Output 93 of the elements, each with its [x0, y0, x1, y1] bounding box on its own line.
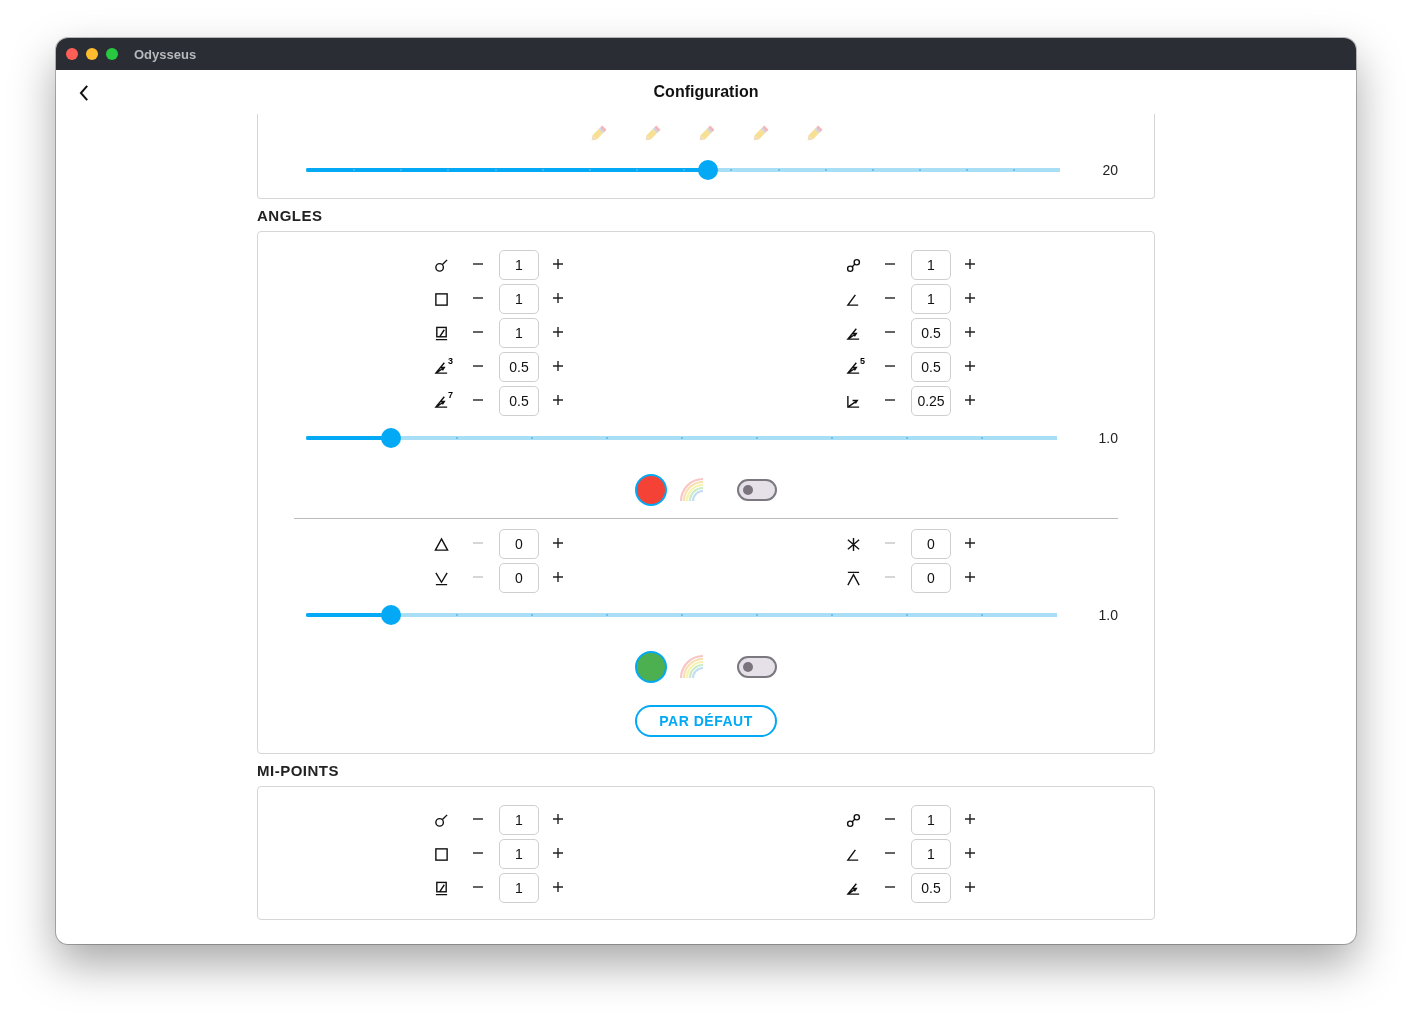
plus-button[interactable]	[964, 292, 978, 306]
superscript-number: 5	[860, 355, 865, 366]
number-field[interactable]: 0.5	[911, 873, 951, 903]
plus-button[interactable]	[552, 394, 566, 408]
overlined-wedge-icon	[846, 570, 861, 586]
underlined-v-icon	[434, 570, 449, 586]
conjunction-icon	[434, 257, 449, 273]
plus-button[interactable]	[552, 847, 566, 861]
plus-icon	[964, 537, 976, 549]
number-field[interactable]: 1	[499, 805, 539, 835]
plus-icon	[964, 394, 976, 406]
number-field[interactable]: 1	[499, 873, 539, 903]
color-swatch[interactable]	[635, 474, 667, 506]
plus-icon	[552, 326, 564, 338]
plus-button[interactable]	[964, 881, 978, 895]
plus-button[interactable]	[964, 813, 978, 827]
plus-button[interactable]	[552, 360, 566, 374]
plus-button[interactable]	[552, 813, 566, 827]
superscript-number: 7	[448, 389, 453, 400]
zoom-button[interactable]	[106, 48, 118, 60]
number-field[interactable]: 1	[911, 250, 951, 280]
plus-button[interactable]	[552, 292, 566, 306]
slider-thumb[interactable]	[380, 428, 401, 448]
number-field[interactable]: 0.5	[911, 352, 951, 382]
number-field[interactable]: 0	[499, 529, 539, 559]
number-field[interactable]: 1	[499, 318, 539, 348]
slider-value: 1.0	[1098, 607, 1118, 623]
number-field[interactable]: 0	[499, 563, 539, 593]
square-angle-icon	[434, 325, 449, 341]
toggle-switch[interactable]	[737, 479, 777, 501]
plus-button[interactable]	[552, 881, 566, 895]
plus-button[interactable]	[552, 326, 566, 340]
plus-icon	[964, 881, 976, 893]
asterisk-icon	[846, 536, 861, 552]
square-icon	[434, 291, 449, 307]
plus-icon	[552, 292, 564, 304]
color-swatch[interactable]	[635, 651, 667, 683]
plus-icon	[552, 537, 564, 549]
plus-icon	[964, 326, 976, 338]
number-field[interactable]: 1	[499, 250, 539, 280]
close-button[interactable]	[66, 48, 78, 60]
plus-icon	[964, 292, 976, 304]
plus-icon	[552, 881, 564, 893]
number-field[interactable]: 1	[911, 839, 951, 869]
number-field[interactable]: 1	[911, 805, 951, 835]
plus-button[interactable]	[552, 571, 566, 585]
number-field[interactable]: 1	[499, 839, 539, 869]
plus-button[interactable]	[552, 537, 566, 551]
plus-icon	[552, 813, 564, 825]
plus-button[interactable]	[964, 394, 978, 408]
conjunction-icon	[434, 812, 449, 828]
plus-icon	[964, 571, 976, 583]
number-field[interactable]: 0.5	[911, 318, 951, 348]
toggle-switch[interactable]	[737, 656, 777, 678]
section-title: MI-POINTS	[257, 761, 340, 781]
plus-icon	[964, 360, 976, 372]
slider-thumb[interactable]	[380, 605, 401, 625]
plus-icon	[964, 258, 976, 270]
number-field[interactable]: 0.5	[499, 386, 539, 416]
plus-button[interactable]	[964, 326, 978, 340]
double-arrow-angle-icon	[846, 393, 861, 409]
slider-thumb[interactable]	[698, 160, 719, 180]
page-title: Configuration	[653, 83, 759, 101]
plus-icon	[552, 847, 564, 859]
opposition-icon	[846, 812, 861, 828]
number-field[interactable]: 0.5	[499, 352, 539, 382]
number-field[interactable]: 1	[499, 284, 539, 314]
number-field[interactable]: 0	[911, 529, 951, 559]
opposition-icon	[846, 257, 861, 273]
plus-button[interactable]	[552, 258, 566, 272]
plus-icon	[552, 571, 564, 583]
minimize-button[interactable]	[86, 48, 98, 60]
number-field[interactable]: 0.25	[911, 386, 951, 416]
number-field[interactable]: 0	[911, 563, 951, 593]
plus-button[interactable]	[964, 571, 978, 585]
plus-button[interactable]	[964, 258, 978, 272]
number-field[interactable]: 1	[911, 284, 951, 314]
slider-value: 20	[1102, 162, 1118, 178]
square-icon	[434, 846, 449, 862]
superscript-number: 3	[448, 355, 453, 366]
plus-icon	[552, 394, 564, 406]
plus-button[interactable]	[964, 537, 978, 551]
plus-button[interactable]	[964, 847, 978, 861]
slider-value: 1.0	[1098, 430, 1118, 446]
plus-icon	[552, 360, 564, 372]
square-angle-icon	[434, 880, 449, 896]
plus-icon	[964, 847, 976, 859]
window-title: Odysseus	[134, 46, 197, 62]
plus-icon	[964, 813, 976, 825]
plus-icon	[552, 258, 564, 270]
triangle-icon	[434, 536, 449, 552]
plus-button[interactable]	[964, 360, 978, 374]
section-title: ANGLES	[257, 206, 324, 226]
